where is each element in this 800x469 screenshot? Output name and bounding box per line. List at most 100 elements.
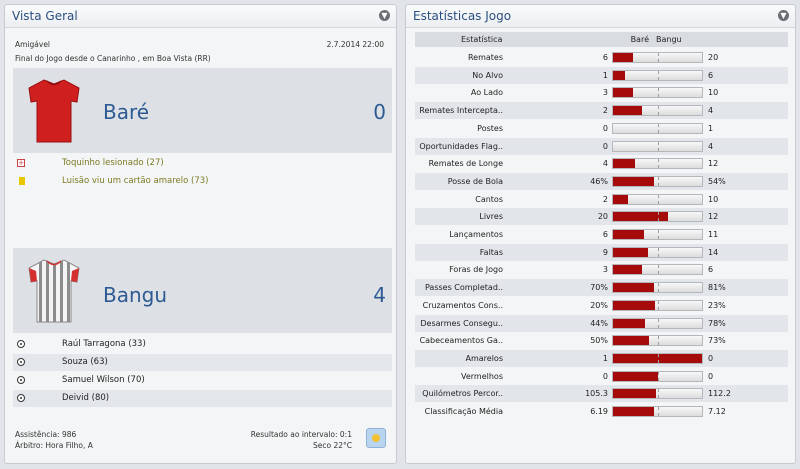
stat-home-value: 3 [602,88,608,98]
stat-comparison-bar [612,317,703,329]
stat-row: Lançamentos 6 11 [415,226,788,243]
home-event-text[interactable]: Toquinho lesionado (27) [62,158,164,168]
stat-bar-fill [613,212,669,222]
away-team-score: 4 [373,283,386,307]
overview-panel: Vista Geral ▼ Amigável 2.7.2014 22:00 Fi… [4,4,397,464]
home-team-score: 0 [373,100,386,124]
home-column-header[interactable]: Baré [631,35,649,44]
ball-icon [17,340,25,348]
goal-scorer[interactable]: Samuel Wilson (70) [62,375,145,385]
referee-text[interactable]: Árbitro: Hora Filho, A [15,441,93,450]
goal-row: Souza (63) [13,354,392,371]
home-event-row: Luisão viu um cartão amarelo (73) [13,173,392,190]
stat-bar-midline [658,283,659,293]
stat-bar-fill [613,283,654,293]
stat-comparison-bar [612,158,703,170]
stat-away-value: 0 [708,353,714,363]
stat-away-value: 81% [708,283,726,293]
stat-row: No Alvo 1 6 [415,66,788,84]
stat-comparison-bar [612,122,703,134]
weather-text: Seco 22°C [312,441,352,450]
stat-label: Posse de Bola [447,176,503,186]
stat-comparison-bar [612,406,703,417]
stat-row: Livres 20 12 [415,208,788,226]
stat-comparison-bar [612,52,703,63]
overview-panel-header: Vista Geral ▼ [5,5,396,28]
stat-comparison-bar [612,246,703,258]
chevron-down-icon[interactable]: ▼ [778,10,789,21]
halftime-text: Resultado ao intervalo: 0:1 [250,430,352,439]
stat-row: Oportunidades Flag.. 0 4 [415,137,788,155]
goal-row: Raúl Tarragona (33) [13,336,392,353]
stat-bar-fill [613,247,648,257]
home-jersey-icon [28,79,80,143]
stat-bar-midline [658,389,659,399]
stat-bar-midline [658,70,659,80]
goal-scorer[interactable]: Raúl Tarragona (33) [62,339,146,349]
stat-bar-midline [658,265,659,275]
stat-home-value: 46% [590,176,608,186]
match-date: 2.7.2014 22:00 [326,40,384,49]
stat-row: Amarelos 1 0 [415,349,788,367]
goal-scorer[interactable]: Souza (63) [62,357,108,367]
stat-row: Classificação Média 6.19 7.12 [415,403,788,420]
stat-comparison-bar [612,352,703,364]
stat-bar-fill [613,53,634,62]
stat-home-value: 20% [590,300,608,310]
goal-scorer[interactable]: Deivid (80) [62,393,109,403]
stats-panel-title: Estatísticas Jogo [413,9,512,23]
stat-away-value: 23% [708,300,726,310]
stat-away-value: 73% [708,336,726,346]
stat-row: Posse de Bola 46% 54% [415,172,788,190]
stat-home-value: 1 [602,70,608,80]
stat-label: Amarelos [465,353,504,363]
stat-away-value: 112.2 [708,389,731,399]
stat-bar-midline [658,53,659,62]
stat-bar-fill [613,159,636,169]
stat-away-value: 6 [708,70,714,80]
stat-home-value: 70% [590,283,608,293]
stat-bar-midline [658,300,659,310]
stat-bar-fill [613,176,654,186]
stat-bar-fill [613,88,634,98]
stat-bar-fill [613,318,646,328]
competition-label: Amigável [15,40,51,49]
goal-row: Samuel Wilson (70) [13,372,392,389]
stat-bar-fill [613,407,654,416]
stat-away-value: 12 [708,159,719,169]
stat-label: Livres [479,212,503,222]
stat-bar-midline [658,176,659,186]
injury-icon: + [17,159,25,167]
stat-comparison-bar [612,105,703,117]
stat-bar-midline [658,106,659,116]
stat-bar-midline [658,212,659,222]
stat-away-value: 7.12 [708,407,726,416]
stat-away-value: 10 [708,194,719,204]
stat-bar-midline [658,318,659,328]
stat-home-value: 9 [602,247,608,257]
stat-label: Cantos [475,194,503,204]
stat-column-header[interactable]: Estatística [461,35,502,44]
stat-bar-midline [658,194,659,204]
away-team-name[interactable]: Bangu [103,283,167,307]
stat-label: Desarmes Consegu.. [420,318,503,328]
stat-home-value: 50% [590,336,608,346]
away-column-header[interactable]: Bangu [656,35,682,44]
stat-bar-fill [613,336,650,346]
stat-row: Postes 0 1 [415,120,788,137]
home-event-row: + Toquinho lesionado (27) [13,155,392,172]
home-team-name[interactable]: Baré [103,100,149,124]
stat-home-value: 44% [590,318,608,328]
stat-comparison-bar [612,229,703,240]
away-team-box: Bangu 4 [13,248,392,333]
stat-label: Foras de Jogo [449,265,503,275]
chevron-down-icon[interactable]: ▼ [379,10,390,21]
stat-home-value: 1 [602,353,608,363]
stat-bar-midline [658,141,659,151]
stat-label: Cruzamentos Cons.. [422,300,503,310]
stat-row: Ao Lado 3 10 [415,84,788,101]
stat-label: Remates [467,53,503,62]
home-event-text[interactable]: Luisão viu um cartão amarelo (73) [62,176,209,186]
yellow-card-icon [19,177,25,185]
stat-away-value: 4 [708,141,714,151]
